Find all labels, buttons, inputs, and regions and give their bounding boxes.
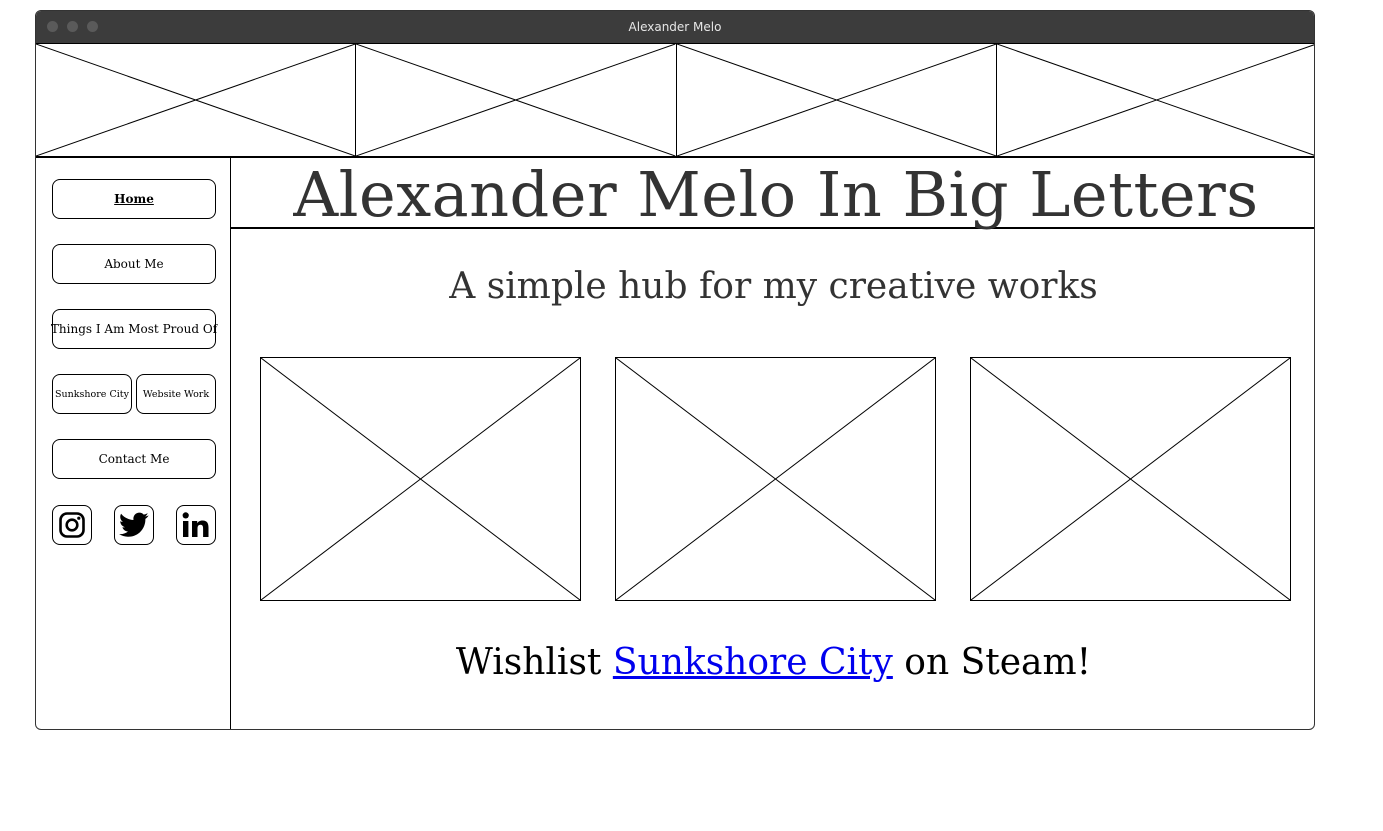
banner-image-placeholder	[356, 44, 677, 156]
twitter-button[interactable]	[114, 505, 154, 545]
instagram-button[interactable]	[52, 505, 92, 545]
window-title: Alexander Melo	[628, 20, 722, 34]
wishlist-prefix: Wishlist	[455, 642, 613, 683]
nav-contact-me-button[interactable]: Contact Me	[52, 439, 216, 479]
page-subtitle: A simple hub for my creative works	[449, 266, 1098, 307]
featured-image-placeholder[interactable]	[260, 357, 581, 601]
nav-sunkshore-city-button[interactable]: Sunkshore City	[52, 374, 132, 414]
linkedin-button[interactable]	[176, 505, 216, 545]
sidebar-nav: Home About Me Things I Am Most Proud Of …	[36, 158, 231, 729]
nav-home-button[interactable]: Home	[52, 179, 216, 219]
sunkshore-city-link[interactable]: Sunkshore City	[613, 642, 893, 683]
nav-about-me-button[interactable]: About Me	[52, 244, 216, 284]
nav-things-proud-of-button[interactable]: Things I Am Most Proud Of	[51, 309, 217, 349]
banner-image-placeholder	[36, 44, 357, 156]
wishlist-suffix: on Steam!	[892, 642, 1092, 683]
browser-window: Alexander Melo Home About Me Things I Am…	[35, 10, 1315, 730]
page-title: Alexander Melo In Big Letters	[231, 158, 1314, 231]
featured-image-placeholder[interactable]	[615, 357, 936, 601]
banner-image-placeholder	[677, 44, 997, 156]
wishlist-callout: Wishlist Sunkshore City on Steam!	[231, 642, 1314, 683]
linkedin-icon	[182, 512, 209, 537]
main-content: Alexander Melo In Big Letters A simple h…	[231, 158, 1314, 729]
nav-website-work-button[interactable]: Website Work	[136, 374, 216, 414]
title-bar: Alexander Melo	[36, 11, 1314, 43]
twitter-icon	[119, 512, 149, 537]
featured-image-placeholder[interactable]	[970, 357, 1291, 601]
banner-image-placeholder	[997, 44, 1315, 156]
banner-image-strip	[36, 43, 1315, 158]
instagram-icon	[59, 512, 85, 538]
